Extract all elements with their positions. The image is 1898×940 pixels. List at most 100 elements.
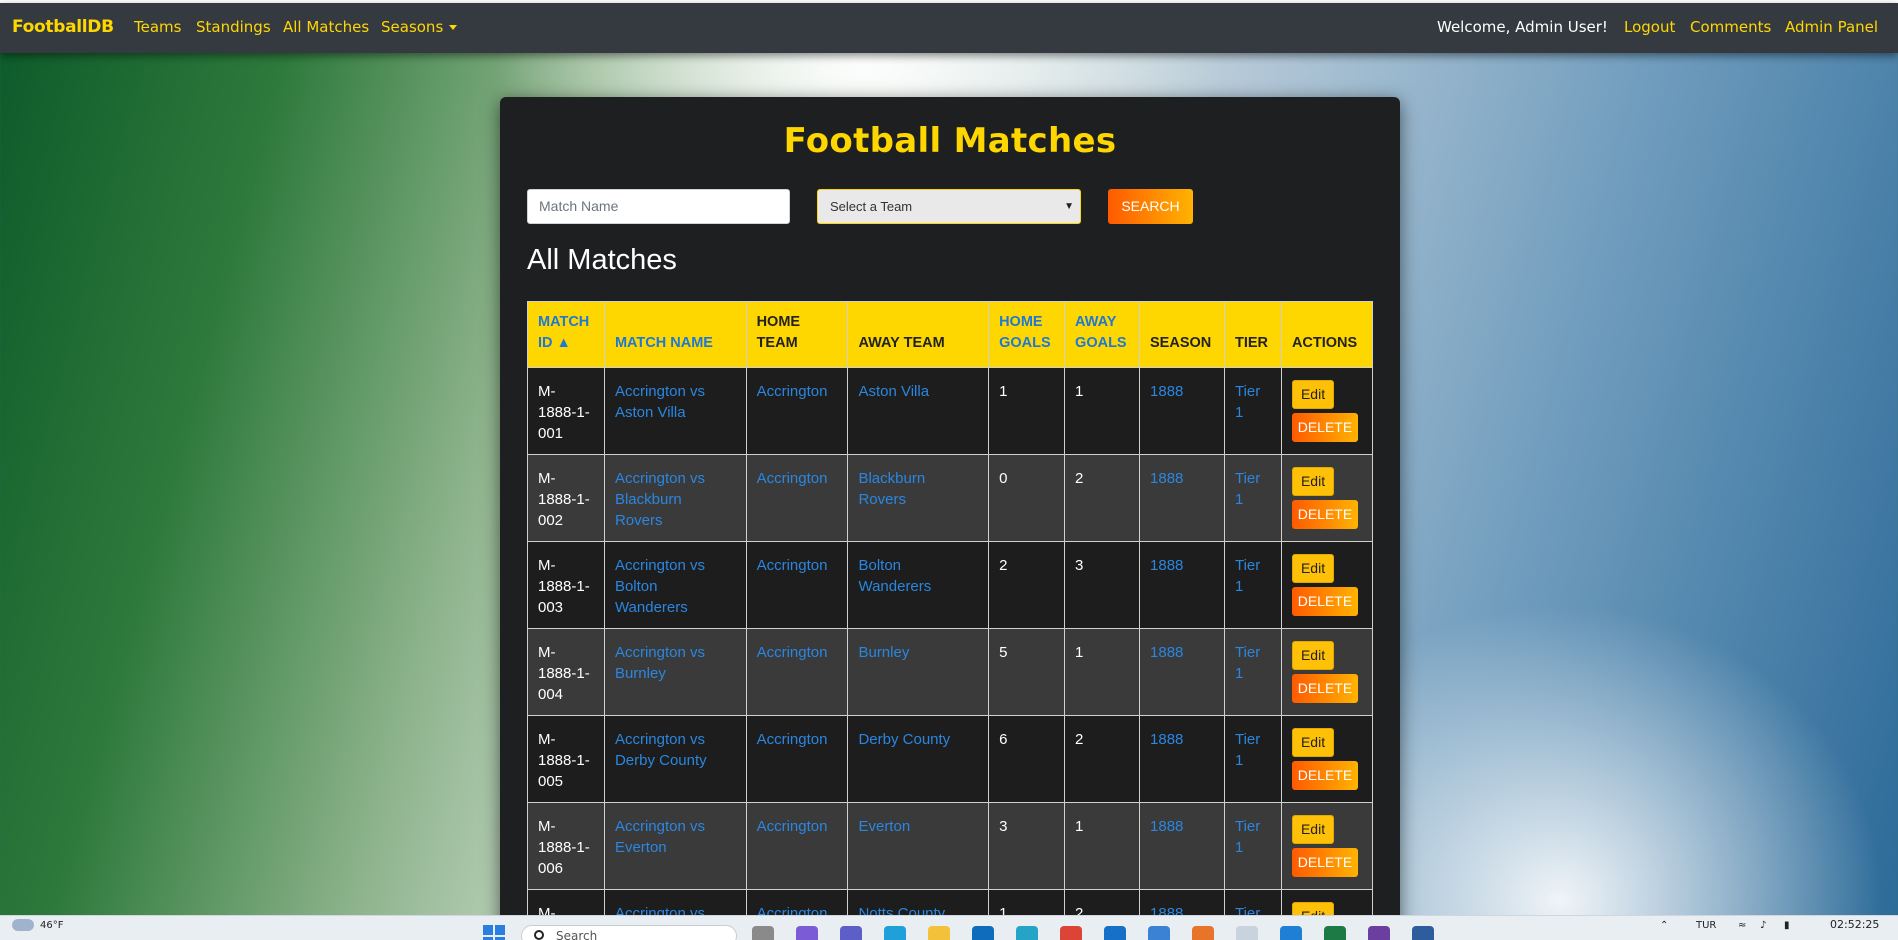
edit-button[interactable]: Edit	[1291, 380, 1335, 409]
cell-link[interactable]: 1	[1235, 839, 1243, 856]
cell-link[interactable]: Tier	[1235, 557, 1260, 574]
cell-link[interactable]: Bolton	[615, 578, 658, 595]
delete-button[interactable]: DELETE	[1291, 500, 1358, 529]
store-icon[interactable]	[1148, 926, 1170, 940]
cell-link[interactable]: Rovers	[615, 512, 663, 529]
season-link[interactable]: 1888	[1150, 470, 1183, 487]
nav-seasons-dropdown[interactable]: Seasons	[381, 18, 458, 36]
cell-link[interactable]: Everton	[858, 818, 910, 835]
cell-link[interactable]: Burnley	[858, 644, 909, 661]
sql-icon[interactable]	[1412, 926, 1434, 940]
cell-link[interactable]: Tier	[1235, 818, 1260, 835]
nav-all-matches[interactable]: All Matches	[283, 18, 369, 36]
cell-link[interactable]: Accrington vs	[615, 470, 705, 487]
wifi-icon[interactable]: ≈	[1738, 920, 1746, 931]
delete-button[interactable]: DELETE	[1291, 674, 1358, 703]
home-team-link[interactable]: Accrington	[757, 383, 828, 400]
chrome-icon[interactable]	[1060, 926, 1082, 940]
cell-link[interactable]: Tier	[1235, 383, 1260, 400]
edge-icon[interactable]	[884, 926, 906, 940]
weather-widget[interactable]: 46°F	[12, 919, 63, 931]
cell-link[interactable]: Aston Villa	[858, 383, 929, 400]
cell-link[interactable]: Blackburn	[858, 470, 925, 487]
season-link[interactable]: 1888	[1150, 731, 1183, 748]
nav-admin-panel[interactable]: Admin Panel	[1785, 18, 1878, 36]
brand-logo[interactable]: FootballDB	[12, 17, 114, 37]
cell-link[interactable]: Blackburn	[615, 491, 682, 508]
season-link[interactable]: 1888	[1150, 644, 1183, 661]
cloud-app-icon[interactable]	[1192, 926, 1214, 940]
task-view-icon[interactable]	[752, 926, 774, 940]
cell-link[interactable]: Accrington vs	[615, 557, 705, 574]
delete-button[interactable]: DELETE	[1291, 587, 1358, 616]
cell-link[interactable]: Tier	[1235, 644, 1260, 661]
edit-button[interactable]: Edit	[1291, 467, 1335, 496]
nav-logout[interactable]: Logout	[1624, 18, 1675, 36]
cell-link[interactable]: Accrington vs	[615, 731, 705, 748]
cell-link[interactable]: 1	[1235, 578, 1243, 595]
teams-icon[interactable]	[840, 926, 862, 940]
file-explorer-icon[interactable]	[928, 926, 950, 940]
season-link[interactable]: 1888	[1150, 557, 1183, 574]
cell-link[interactable]: Accrington vs	[615, 818, 705, 835]
delete-button[interactable]: DELETE	[1291, 848, 1358, 877]
home-team-link[interactable]: Accrington	[757, 557, 828, 574]
cell-link[interactable]: 1	[1235, 665, 1243, 682]
app-icon[interactable]	[1016, 926, 1038, 940]
team-select[interactable]: Select a Team ▼	[817, 189, 1081, 224]
nav-standings[interactable]: Standings	[196, 18, 271, 36]
cell-link[interactable]: 1	[1235, 404, 1243, 421]
home-team-link[interactable]: Accrington	[757, 470, 828, 487]
home-team-link[interactable]: Accrington	[757, 644, 828, 661]
cell-link[interactable]: Aston Villa	[615, 404, 686, 421]
header-match-id[interactable]: MATCH ID ▲	[527, 301, 605, 368]
header-match-name[interactable]: MATCH NAME	[603, 301, 747, 368]
cell-text: 003	[538, 599, 564, 616]
delete-button[interactable]: DELETE	[1291, 413, 1358, 442]
cell-link[interactable]: 1	[1235, 491, 1243, 508]
nav-teams[interactable]: Teams	[134, 18, 181, 36]
cell-link[interactable]: 1	[1235, 752, 1243, 769]
cell-link[interactable]: Wanderers	[858, 578, 931, 595]
cell-link[interactable]: Rovers	[858, 491, 906, 508]
excel-icon[interactable]	[1324, 926, 1346, 940]
cell-link[interactable]: Bolton	[858, 557, 901, 574]
cell-tier: Tier 1	[1223, 541, 1282, 629]
season-link[interactable]: 1888	[1150, 383, 1183, 400]
cell-link[interactable]: Derby County	[615, 752, 707, 769]
vscode-icon[interactable]	[1280, 926, 1302, 940]
edit-button[interactable]: Edit	[1291, 641, 1335, 670]
cell-link[interactable]: Wanderers	[615, 599, 688, 616]
header-home-goals[interactable]: HOME GOALS	[988, 301, 1066, 368]
cell-link[interactable]: Tier	[1235, 470, 1260, 487]
edit-button[interactable]: Edit	[1291, 554, 1335, 583]
search-button[interactable]: SEARCH	[1108, 189, 1193, 224]
home-team-link[interactable]: Accrington	[757, 731, 828, 748]
cell-link[interactable]: Derby County	[858, 731, 950, 748]
app-purple-icon[interactable]	[1368, 926, 1390, 940]
volume-icon[interactable]: ♪	[1760, 920, 1766, 931]
battery-icon[interactable]: ▮	[1784, 920, 1790, 931]
cell-link[interactable]: Burnley	[615, 665, 666, 682]
taskbar-search[interactable]: Search	[521, 925, 737, 940]
cell-link[interactable]: Accrington vs	[615, 383, 705, 400]
home-team-link[interactable]: Accrington	[757, 818, 828, 835]
clock[interactable]: 02:52:25	[1830, 918, 1879, 931]
outlook-icon[interactable]	[972, 926, 994, 940]
windows-start-icon[interactable]	[483, 925, 505, 940]
cell-link[interactable]: Everton	[615, 839, 667, 856]
cell-link[interactable]: Tier	[1235, 731, 1260, 748]
edit-button[interactable]: Edit	[1291, 815, 1335, 844]
season-link[interactable]: 1888	[1150, 818, 1183, 835]
header-away-goals[interactable]: AWAY GOALS	[1064, 301, 1141, 368]
edit-button[interactable]: Edit	[1291, 728, 1335, 757]
chevron-up-icon[interactable]: ⌃	[1660, 920, 1668, 931]
nav-comments[interactable]: Comments	[1690, 18, 1771, 36]
outlook-new-icon[interactable]	[1104, 926, 1126, 940]
chrome-active-icon[interactable]	[1236, 926, 1258, 940]
language-indicator[interactable]: TUR	[1696, 920, 1716, 931]
cell-link[interactable]: Accrington vs	[615, 644, 705, 661]
copilot-icon[interactable]	[796, 926, 818, 940]
delete-button[interactable]: DELETE	[1291, 761, 1358, 790]
match-name-input[interactable]: Match Name	[527, 189, 790, 224]
